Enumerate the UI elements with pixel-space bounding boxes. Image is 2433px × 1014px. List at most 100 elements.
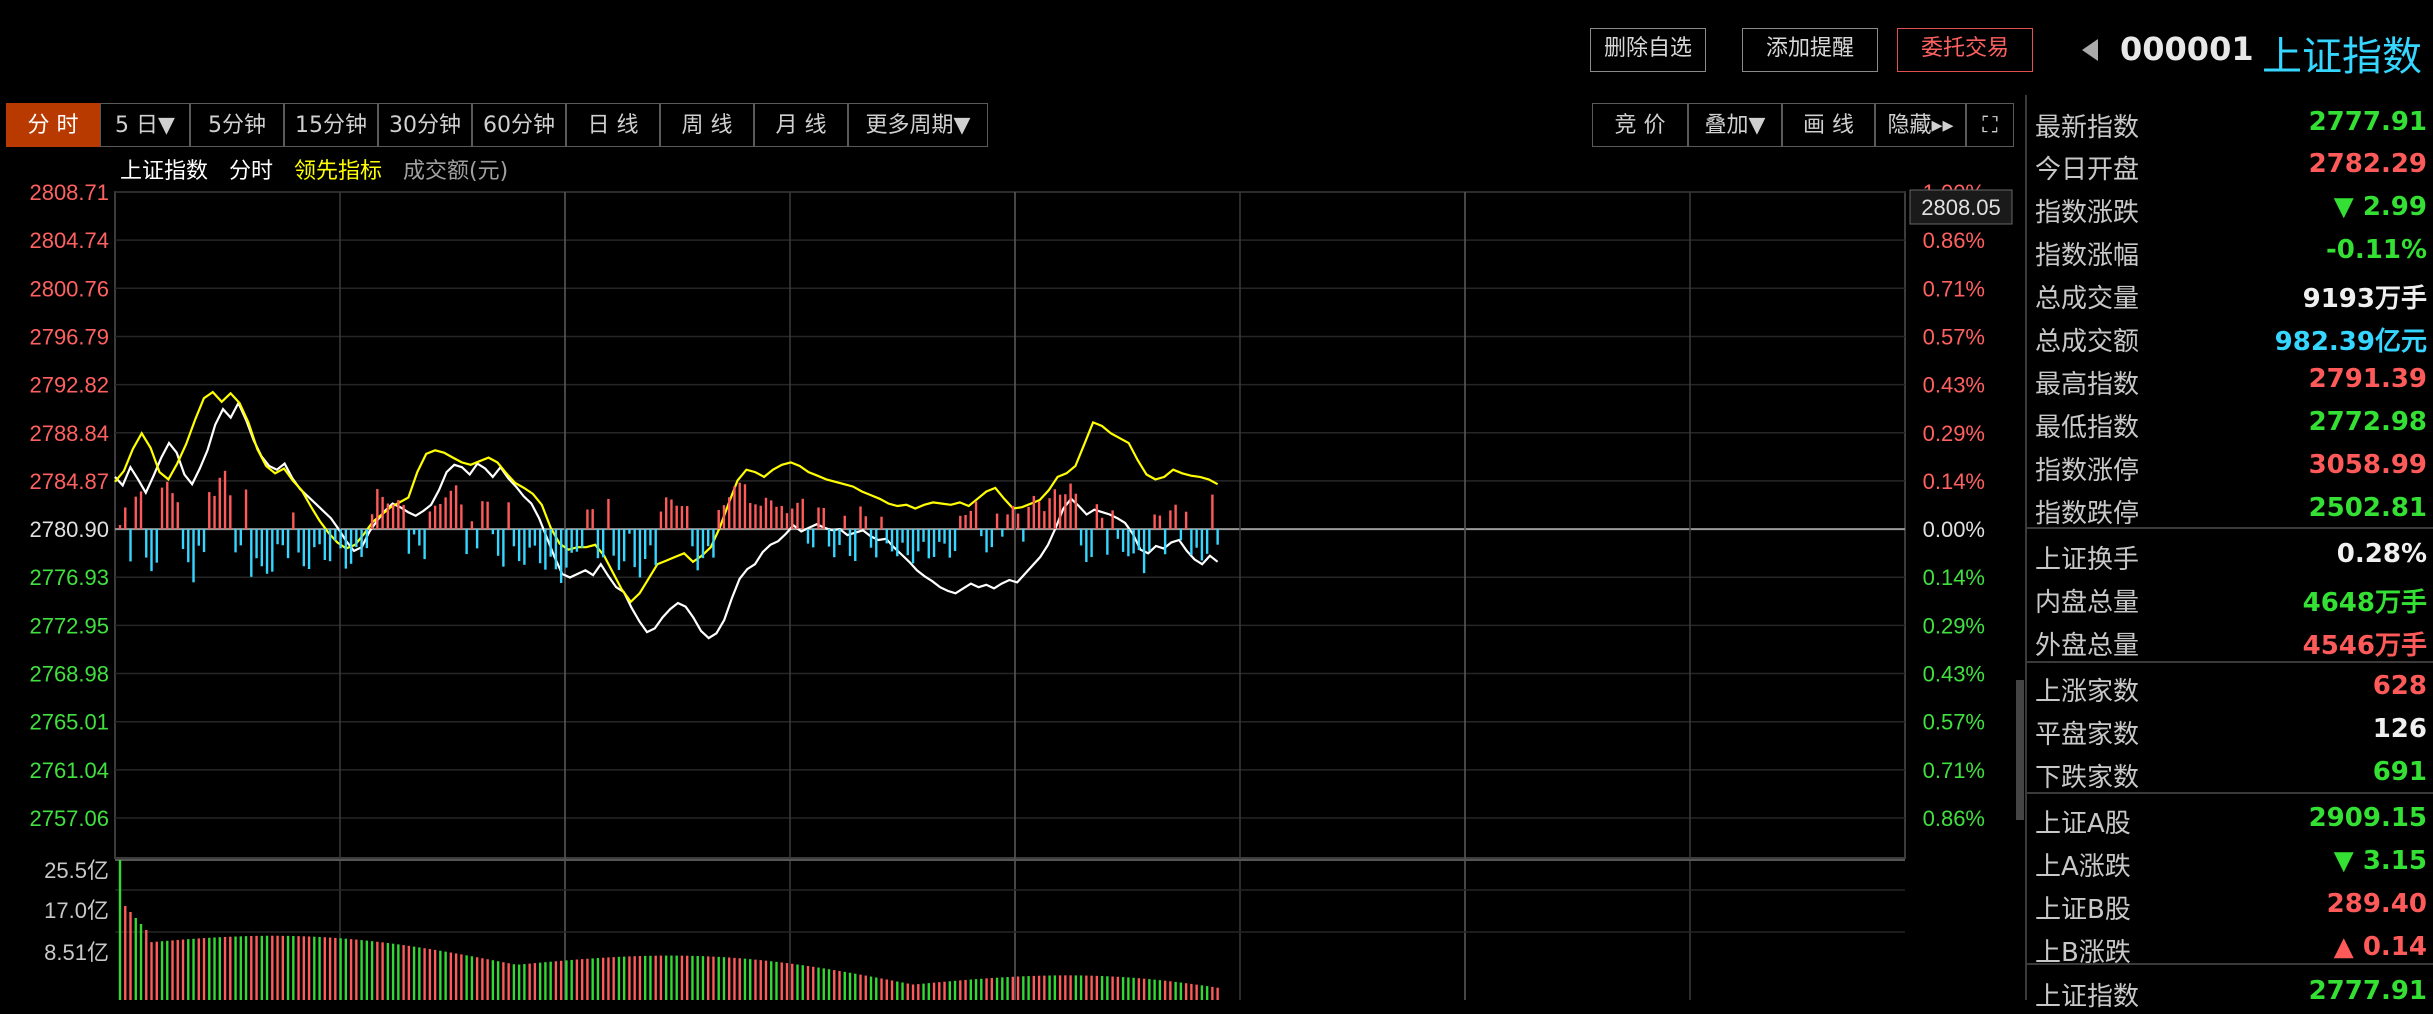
sidebar-row-value: 628 [2372,671,2427,701]
sidebar-row-label: 外盘总量 [2035,631,2140,661]
sidebar-row: 指数涨停 3058.99 [2035,446,2427,488]
sidebar-row: 外盘总量 4546万手 [2035,621,2427,663]
sidebar-row: 上涨家数 628 [2035,667,2427,709]
sidebar-row-value: 2909.15 [2308,803,2427,833]
sidebar-row-value: 2777.91 [2308,976,2427,1006]
price-tick-label: 2788.84 [29,421,109,446]
pct-tick-label: 0.57% [1923,710,1985,735]
sidebar-row: 总成交额 982.39亿元 [2035,317,2427,359]
pct-tick-label: 0.86% [1923,806,1985,831]
sidebar-row-value: 691 [2372,757,2427,787]
sidebar-row-label: 今日开盘 [2035,155,2140,185]
auction-tab[interactable]: 竞 价 [1592,103,1688,147]
sidebar-row-label: 上证B股 [2035,895,2131,925]
price-tick-label: 2804.74 [29,228,109,253]
sidebar-row-value: 0.28% [2336,539,2427,569]
sidebar-row: 指数涨幅 -0.11% [2035,231,2427,273]
volume-tick-label: 17.0亿 [44,898,109,923]
fullscreen-icon[interactable]: ⛶ [1966,103,2014,147]
scrollbar-thumb [2016,680,2024,820]
sidebar-row: 平盘家数 126 [2035,710,2427,752]
price-tick-label: 2796.79 [29,324,109,349]
stock-code: 000001 [2120,30,2254,68]
sidebar-row-value: 2772.98 [2308,407,2427,437]
sidebar-row-label: 指数涨停 [2035,456,2140,486]
price-tick-label: 2772.95 [29,613,109,638]
sidebar-row-value: 9193万手 [2302,284,2427,314]
sidebar-row: 上A涨跌 ▼ 3.15 [2035,842,2427,884]
pct-tick-label: 0.14% [1923,565,1985,590]
sidebar-row-value: 2782.29 [2308,149,2427,179]
sidebar-row: 上证换手 0.28% [2035,535,2427,577]
sidebar-row: 上B涨跌 ▲ 0.14 [2035,928,2427,970]
price-tick-label: 2757.06 [29,806,109,831]
sidebar-row-label: 指数涨幅 [2035,241,2140,271]
sidebar-row: 内盘总量 4648万手 [2035,578,2427,620]
sidebar-row-label: 上涨家数 [2035,677,2140,707]
sidebar-row-label: 最新指数 [2035,113,2140,143]
sidebar-row: 最高指数 2791.39 [2035,360,2427,402]
sidebar-row-label: 最高指数 [2035,370,2140,400]
sidebar-row-value: 3058.99 [2308,450,2427,480]
sidebar-row-value: 2777.91 [2308,107,2427,137]
sidebar-row: 指数跌停 2502.81 [2035,489,2427,531]
volume-tick-label: 25.5亿 [44,858,109,883]
price-tick-label: 2761.04 [29,758,109,783]
sidebar-row-label: 指数涨跌 [2035,198,2140,228]
price-tick-label: 2784.87 [29,469,109,494]
sidebar-row-label: 上证指数 [2035,982,2140,1012]
intraday-chart[interactable]: 2808.711.00%2804.740.86%2800.760.71%2796… [0,0,2025,1000]
sidebar-row-label: 内盘总量 [2035,588,2140,618]
sidebar-row-label: 上证换手 [2035,545,2140,575]
sidebar-row: 今日开盘 2782.29 [2035,145,2427,187]
sidebar-row: 下跌家数 691 [2035,753,2427,795]
pct-tick-label: 0.29% [1923,421,1985,446]
sidebar-row-label: 上证A股 [2035,809,2131,839]
price-tick-label: 2780.90 [29,517,109,542]
pct-tick-label: 0.29% [1923,613,1985,638]
pct-tick-label: 0.71% [1923,758,1985,783]
sidebar-row-label: 总成交量 [2035,284,2140,314]
price-tick-label: 2808.71 [29,180,109,205]
overlay-tab[interactable]: 叠加▼ [1688,103,1782,147]
sidebar-row: 上证A股 2909.15 [2035,799,2427,841]
sidebar-row: 指数涨跌 ▼ 2.99 [2035,188,2427,230]
volume-tick-label: 8.51亿 [44,940,109,965]
series-line-1 [114,390,1219,604]
quote-sidebar: 最新指数 2777.91 今日开盘 2782.29 指数涨跌 ▼ 2.99 指数涨幅 -0.1… [2025,95,2433,1012]
pct-tick-label: 0.14% [1923,469,1985,494]
sidebar-row-value: 4648万手 [2302,588,2427,618]
sidebar-row-label: 指数跌停 [2035,499,2140,529]
pct-tick-label: 0.86% [1923,228,1985,253]
sidebar-row-value: 126 [2372,714,2427,744]
sidebar-row-value: -0.11% [2326,235,2427,265]
stock-name: 上证指数 [2262,34,2422,80]
sidebar-row-value: 2502.81 [2308,493,2427,523]
sidebar-row-value: ▲ 0.14 [2333,932,2427,962]
price-tick-label: 2765.01 [29,710,109,735]
sidebar-row-label: 下跌家数 [2035,763,2140,793]
sidebar-row: 上证B股 289.40 [2035,885,2427,927]
sidebar-row-label: 平盘家数 [2035,720,2140,750]
sidebar-row-value: ▼ 3.15 [2333,846,2427,876]
pct-tick-label: 0.43% [1923,373,1985,398]
draw-line-tab[interactable]: 画 线 [1782,103,1875,147]
pct-tick-label: 0.00% [1923,517,1985,542]
sidebar-row-label: 最低指数 [2035,413,2140,443]
current-price-label: 2808.05 [1921,195,2001,220]
price-tick-label: 2800.76 [29,276,109,301]
hide-tab[interactable]: 隐藏▸▸ [1875,103,1966,147]
sidebar-row-value: 4546万手 [2302,631,2427,661]
pct-tick-label: 0.43% [1923,662,1985,687]
sidebar-row: 最低指数 2772.98 [2035,403,2427,445]
pct-tick-label: 0.71% [1923,276,1985,301]
sidebar-row: 上证指数 2777.91 [2035,972,2427,1014]
pct-tick-label: 0.57% [1923,324,1985,349]
left-triangle-icon[interactable] [2082,39,2098,61]
price-tick-label: 2792.82 [29,373,109,398]
sidebar-row-value: ▼ 2.99 [2333,192,2427,222]
sidebar-row-value: 289.40 [2326,889,2427,919]
price-tick-label: 2776.93 [29,565,109,590]
sidebar-row-value: 982.39亿元 [2274,327,2427,357]
sidebar-row-value: 2791.39 [2308,364,2427,394]
